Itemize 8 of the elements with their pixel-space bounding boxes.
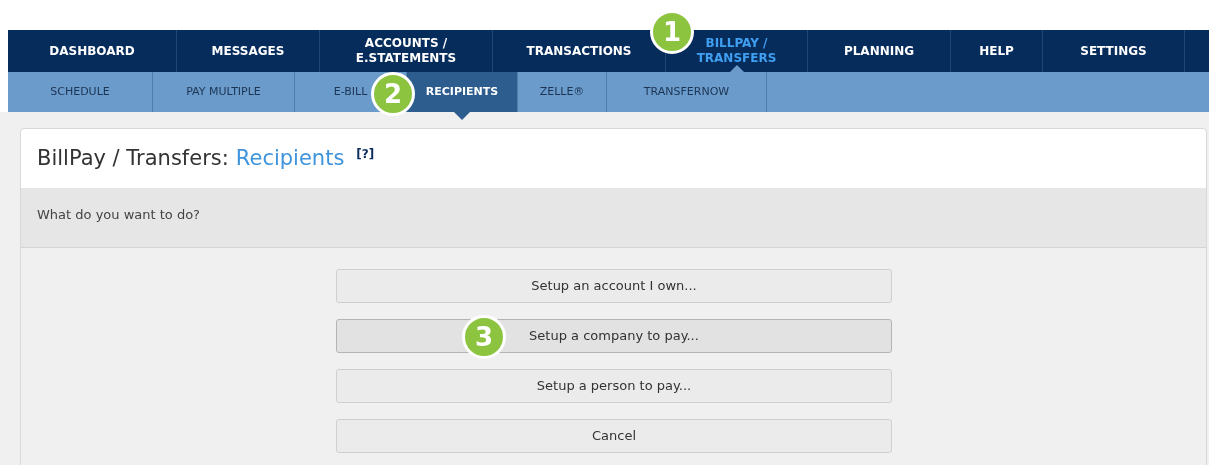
- page-subtitle: Recipients: [235, 144, 345, 172]
- prompt-text: What do you want to do?: [37, 207, 200, 222]
- help-link[interactable]: [?]: [356, 144, 375, 163]
- option-button[interactable]: Setup an account I own...: [336, 269, 892, 303]
- option-button[interactable]: Cancel: [336, 419, 892, 453]
- step-callout-tooltip: 1: [650, 10, 694, 54]
- option-button[interactable]: Setup a person to pay...: [336, 369, 892, 403]
- page-title: BillPay / Transfers:: [37, 144, 229, 172]
